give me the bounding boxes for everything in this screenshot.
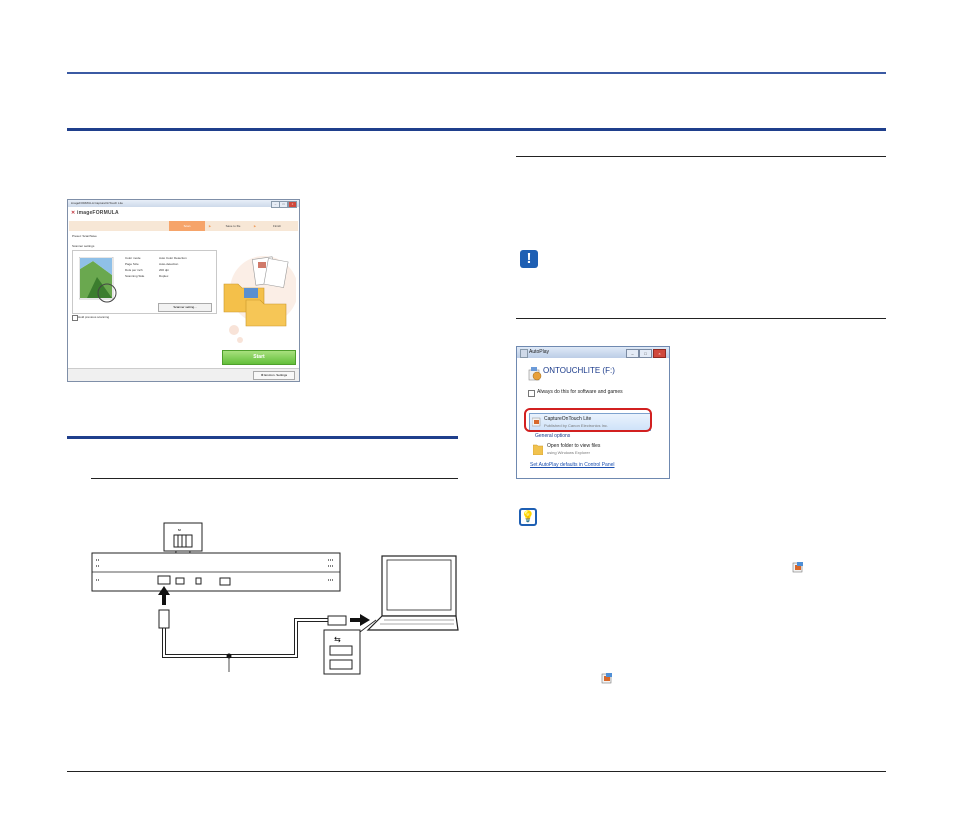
environ-settings-label: Environ. Settings [264, 373, 288, 377]
logo-text: imageFORMULA [76, 210, 119, 216]
folder-icon [533, 444, 543, 455]
svg-text:⇆: ⇆ [334, 635, 341, 644]
setting-label-3: Scanning Side [125, 274, 145, 278]
drive-label: ONTOUCHLITE (F:) [543, 366, 615, 375]
connection-diagram: ᴍ ⇆ [91, 522, 459, 675]
general-options-label: General options [535, 433, 571, 439]
step-scan: Scan [169, 221, 205, 231]
setting-value-1: Auto-detection [159, 262, 179, 266]
setting-label-2: Dots per inch [125, 268, 143, 272]
autoplay-dialog: AutoPlay – □ × ONTOUCHLITE (F:) Always d… [516, 346, 670, 479]
scan-thumbnail-icon [79, 257, 117, 303]
hint-lightbulb-icon: 💡 [519, 508, 537, 526]
scanner-settings-button[interactable]: Scanner setting... [158, 303, 212, 312]
autoplay-titlebar: AutoPlay – □ × [517, 347, 669, 358]
always-do-checkbox[interactable] [528, 390, 535, 397]
captureontouch-inline-icon-2 [601, 673, 612, 684]
captureontouch-inline-icon-1 [792, 562, 803, 573]
scan-folders-illustration-icon [223, 256, 296, 343]
autoplay-title: AutoPlay [529, 349, 550, 355]
window-title: imageFORMULA CaptureOnTouch Lite [71, 201, 123, 205]
footer-rule [67, 771, 886, 772]
setting-label-0: Color mode [125, 256, 141, 260]
section-rule-right-1 [516, 156, 886, 157]
usb-cable [162, 612, 332, 658]
highlight-ring [524, 408, 652, 432]
start-label: Start [253, 354, 265, 360]
autoplay-maximize-button[interactable]: □ [639, 349, 652, 358]
maximize-button[interactable]: □ [279, 201, 288, 208]
section-rule-left [67, 436, 458, 439]
always-do-label: Always do this for software and games [537, 389, 623, 395]
setting-value-2: 200 dpi [159, 268, 169, 272]
section-label: Scanner settings [72, 244, 95, 248]
preset-label[interactable]: Preset: Scan/Save [72, 234, 97, 238]
hold-previous-label: Hold previous scanning [78, 315, 110, 319]
captureontouch-window: imageFORMULA CaptureOnTouch Lite – □ × ✕… [67, 199, 300, 382]
settings-panel: Color mode Auto Color Detection Page Siz… [72, 250, 217, 314]
step-save: Save to file [225, 224, 241, 228]
right-arrow-icon [350, 614, 370, 626]
autoplay-app-icon [520, 349, 528, 358]
header-rule-top [67, 72, 886, 74]
svg-text:ᴍ: ᴍ [178, 527, 181, 532]
app-logo: ✕ imageFORMULA [71, 210, 119, 216]
open-folder-label[interactable]: Open folder to view files [547, 443, 600, 449]
window-bottom-bar: ⚙ Environ. Settings [68, 368, 299, 381]
important-notice-icon: ! [520, 250, 538, 268]
subsection-rule-left [91, 478, 458, 479]
title-rule [67, 128, 886, 131]
open-folder-sub: using Windows Explorer [547, 450, 590, 455]
step-arrow-2-icon: ▶ [253, 224, 257, 228]
logo-mark-icon: ✕ [71, 210, 76, 216]
environ-settings-button[interactable]: ⚙ Environ. Settings [253, 371, 295, 380]
close-button[interactable]: × [288, 201, 297, 208]
autoplay-minimize-button[interactable]: – [626, 349, 639, 358]
setting-label-1: Page Size [125, 262, 139, 266]
autoplay-defaults-link[interactable]: Set AutoPlay defaults in Control Panel [530, 462, 615, 468]
section-rule-right-2 [516, 318, 886, 319]
step-finish: Finish [272, 224, 281, 228]
window-titlebar: imageFORMULA CaptureOnTouch Lite – □ × [68, 200, 299, 208]
setting-value-0: Auto Color Detection [159, 256, 187, 260]
setting-value-3: Duplex [159, 274, 169, 278]
step-arrow-1-icon: ▶ [208, 224, 212, 228]
laptop-base [366, 615, 459, 631]
autoplay-close-button[interactable]: × [653, 349, 666, 358]
scanner-settings-label: Scanner setting... [173, 305, 197, 309]
start-button[interactable]: Start [222, 350, 296, 365]
drive-icon [528, 367, 542, 381]
step-bar: Scan ▶ Save to file ▶ Finish [69, 221, 298, 231]
